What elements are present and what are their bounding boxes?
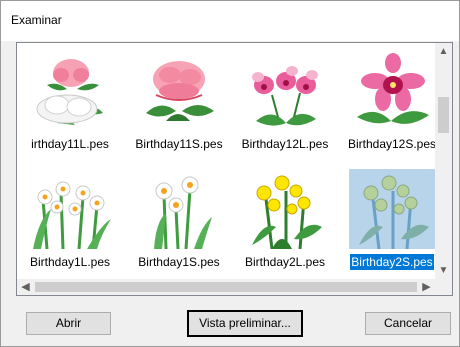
cancel-button[interactable]: Cancelar <box>365 312 451 335</box>
file-thumbnail-birthday12s[interactable]: Birthday12S.pes <box>339 45 445 163</box>
horizontal-scrollbar[interactable]: ◀ ▶ <box>17 279 435 295</box>
horizontal-scroll-thumb[interactable] <box>35 282 417 292</box>
scrollbar-corner <box>435 279 452 295</box>
file-label: Birthday12L.pes <box>241 137 329 151</box>
file-thumbnail-birthday1s[interactable]: Birthday1S.pes <box>126 163 232 281</box>
pink-carnation-icon <box>146 61 214 121</box>
chevron-left-icon[interactable]: ◀ <box>17 279 34 295</box>
preview-button[interactable]: Vista preliminar... <box>187 310 303 337</box>
file-thumbnail-birthday11l[interactable]: irthday11L.pes <box>17 45 123 163</box>
pink-orchids-icon <box>252 66 318 126</box>
file-label: Birthday12S.pes <box>347 137 437 151</box>
file-thumbnail-birthday2s[interactable]: Birthday2S.pes <box>339 163 445 281</box>
pink-orchid-icon <box>357 53 429 124</box>
file-thumbnail-birthday2l[interactable]: Birthday2L.pes <box>232 163 338 281</box>
file-thumbnail-birthday11s[interactable]: Birthday11S.pes <box>126 45 232 163</box>
file-label: Birthday11S.pes <box>135 137 223 151</box>
file-label: Birthday1L.pes <box>29 255 111 269</box>
file-thumbnail-birthday1l[interactable]: Birthday1L.pes <box>17 163 123 281</box>
file-label: irthday11L.pes <box>31 137 109 151</box>
title-bar: Examinar <box>1 1 459 41</box>
thumbnail-list[interactable]: irthday11L.pes Birthday11S.pes Birthday1… <box>16 42 453 296</box>
vertical-scrollbar[interactable]: ▲ ▼ <box>435 43 452 279</box>
chevron-down-icon[interactable]: ▼ <box>435 262 452 279</box>
narcissus-bouquet-icon <box>33 181 111 249</box>
file-label: Birthday2L.pes <box>244 255 326 269</box>
chevron-up-icon[interactable]: ▲ <box>435 43 452 60</box>
file-label: Birthday2S.pes <box>350 254 434 270</box>
white-pink-flowers-icon <box>36 59 103 125</box>
vertical-scroll-thumb[interactable] <box>438 97 449 133</box>
file-label: Birthday1S.pes <box>138 255 220 269</box>
open-button[interactable]: Abrir <box>26 312 111 335</box>
dialog-title: Examinar <box>11 13 62 27</box>
yellow-flowers-icon <box>252 175 322 249</box>
chevron-right-icon[interactable]: ▶ <box>418 279 435 295</box>
narcissus-icon <box>154 176 212 249</box>
file-thumbnail-birthday12l[interactable]: Birthday12L.pes <box>232 45 338 163</box>
yellow-flowers-selected-icon <box>349 169 435 249</box>
browse-dialog: Examinar irthday11L.pes Birthday11S.pes … <box>0 0 460 347</box>
